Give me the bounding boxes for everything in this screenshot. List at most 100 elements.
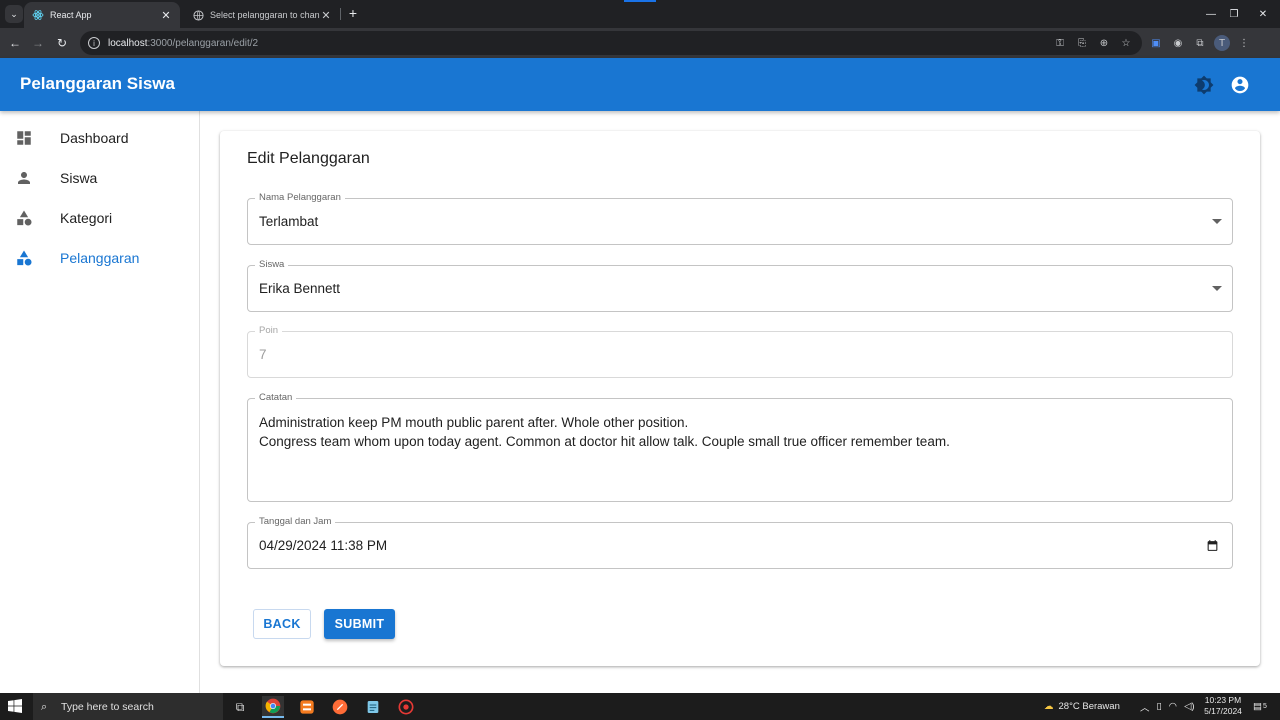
notification-count: 5 <box>1262 703 1267 710</box>
system-tray: ︿ ▯ ◠ ◁) <box>1140 693 1195 720</box>
task-view-icon[interactable]: ⧉ <box>229 696 251 718</box>
catatan-line: Congress team whom upon today agent. Com… <box>259 434 950 449</box>
react-favicon-icon <box>32 9 44 21</box>
sidebar-item-label: Siswa <box>60 170 98 186</box>
field-label: Catatan <box>255 392 297 404</box>
bookmark-star-icon[interactable]: ☆ <box>1118 35 1134 51</box>
sidebar-item-kategori[interactable]: Kategori <box>0 198 199 238</box>
zoom-icon[interactable]: ⊕ <box>1096 35 1112 51</box>
field-label: Siswa <box>255 259 289 271</box>
extension-icon[interactable]: ▣ <box>1148 35 1164 51</box>
weather-widget[interactable]: ☁ 28°C Berawan <box>1044 693 1120 720</box>
browser-toolbar: ← → ↻ i localhost:3000/pelanggaran/edit/… <box>0 28 1280 58</box>
field-label: Poin <box>255 325 283 337</box>
category-icon <box>17 250 32 266</box>
taskbar-search-box[interactable]: ⌕ Type here to search <box>33 693 223 720</box>
field-value: 04/29/2024 11:38 PM <box>259 538 388 553</box>
address-bar[interactable]: i localhost:3000/pelanggaran/edit/2 ⚿ ⎘ … <box>80 31 1142 55</box>
postman-taskbar-icon[interactable] <box>329 696 351 718</box>
profile-avatar-icon[interactable]: T <box>1214 35 1230 51</box>
key-icon[interactable]: ⚿ <box>1052 35 1068 51</box>
clock-time: 10:23 PM <box>1204 695 1242 705</box>
submit-button[interactable]: SUBMIT <box>324 609 395 639</box>
url-host: localhost <box>108 37 148 49</box>
dashboard-icon <box>17 131 31 145</box>
browser-tab-react-app[interactable]: React App ✕ <box>24 2 180 28</box>
poin-field: Poin 7 <box>247 325 1233 378</box>
site-info-icon[interactable]: i <box>88 37 100 49</box>
browser-menu-icon[interactable]: ⋮ <box>1236 35 1252 51</box>
battery-icon[interactable]: ▯ <box>1157 701 1162 712</box>
clock-date: 5/17/2024 <box>1204 706 1242 716</box>
puzzle-extensions-icon[interactable]: ⧉ <box>1192 35 1208 51</box>
omnibox-actions: ⚿ ⎘ ⊕ ☆ <box>1052 35 1134 51</box>
tab-title: React App <box>50 10 92 20</box>
tab-close-icon[interactable]: ✕ <box>320 9 332 22</box>
dropdown-arrow-icon <box>1212 219 1222 224</box>
camera-extension-icon[interactable]: ◉ <box>1170 35 1186 51</box>
tanggal-datetime-input[interactable]: Tanggal dan Jam 04/29/2024 11:38 PM <box>247 516 1233 569</box>
sublime-taskbar-icon[interactable] <box>296 696 318 718</box>
field-label: Tanggal dan Jam <box>255 516 336 528</box>
dropdown-arrow-icon <box>1212 286 1222 291</box>
tab-divider <box>340 8 341 20</box>
recorder-taskbar-icon[interactable] <box>395 696 417 718</box>
sidebar-item-pelanggaran[interactable]: Pelanggaran <box>0 238 199 278</box>
weather-icon: ☁ <box>1044 701 1054 712</box>
sidebar: Dashboard Siswa Kategori Pelanggaran <box>0 111 200 693</box>
browser-tab-select-pelanggaran[interactable]: Select pelanggaran to change | ✕ <box>184 2 340 28</box>
app-title: Pelanggaran Siswa <box>20 74 175 93</box>
windows-start-icon[interactable] <box>8 699 22 713</box>
back-button[interactable]: BACK <box>253 609 311 639</box>
taskbar-clock[interactable]: 10:23 PM 5/17/2024 <box>1200 695 1246 717</box>
weather-text: 28°C Berawan <box>1058 701 1120 712</box>
url-path: :3000/pelanggaran/edit/2 <box>147 37 259 49</box>
sidebar-item-label: Dashboard <box>60 130 129 146</box>
tab-title: Select pelanggaran to change | <box>210 10 320 20</box>
browser-tabstrip: ⌄ React App ✕ Select pelanggaran to chan… <box>0 0 1280 28</box>
nama-pelanggaran-select[interactable]: Nama Pelanggaran Terlambat <box>247 192 1233 245</box>
chrome-taskbar-icon[interactable] <box>262 696 284 718</box>
sidebar-item-dashboard[interactable]: Dashboard <box>0 118 199 158</box>
volume-icon[interactable]: ◁) <box>1184 701 1194 712</box>
globe-icon <box>192 9 204 21</box>
notification-icon: ▤ <box>1253 701 1262 712</box>
back-arrow-icon[interactable]: ← <box>6 34 24 52</box>
field-value: Erika Bennett <box>259 281 341 296</box>
new-tab-button[interactable]: + <box>345 5 361 21</box>
sidebar-item-label: Kategori <box>60 210 113 226</box>
theme-toggle-icon[interactable] <box>1192 73 1216 97</box>
field-label: Nama Pelanggaran <box>255 192 345 204</box>
notepad-taskbar-icon[interactable] <box>362 696 384 718</box>
field-value: Administration keep PM mouth public pare… <box>259 413 950 451</box>
reload-icon[interactable]: ↻ <box>53 34 71 52</box>
extensions-area: ▣ ◉ ⧉ T ⋮ <box>1148 35 1252 51</box>
account-circle-icon[interactable] <box>1228 73 1252 97</box>
tab-search-button[interactable]: ⌄ <box>5 5 23 23</box>
tab-close-icon[interactable]: ✕ <box>160 9 172 22</box>
person-icon <box>18 172 30 184</box>
url-text: localhost:3000/pelanggaran/edit/2 <box>108 38 258 49</box>
window-close-button[interactable]: ✕ <box>1246 0 1280 28</box>
notification-center-icon[interactable]: ▤ 5 <box>1253 693 1267 720</box>
install-app-icon[interactable]: ⎘ <box>1074 35 1090 51</box>
forward-arrow-icon[interactable]: → <box>29 34 47 52</box>
field-value: 7 <box>259 347 267 362</box>
main-content: Edit Pelanggaran Nama Pelanggaran Terlam… <box>200 111 1280 693</box>
form-title: Edit Pelanggaran <box>247 150 370 167</box>
wifi-icon[interactable]: ◠ <box>1169 701 1177 712</box>
catatan-textarea[interactable]: Catatan Administration keep PM mouth pub… <box>247 392 1233 502</box>
sidebar-item-label: Pelanggaran <box>60 250 140 266</box>
category-icon <box>17 210 32 226</box>
search-icon: ⌕ <box>41 700 48 713</box>
app-header: Pelanggaran Siswa <box>0 58 1280 111</box>
sidebar-item-siswa[interactable]: Siswa <box>0 158 199 198</box>
siswa-select[interactable]: Siswa Erika Bennett <box>247 259 1233 312</box>
windows-taskbar: ⌕ Type here to search ⧉ ☁ 28°C Berawan ︿… <box>0 693 1280 720</box>
catatan-line: Administration keep PM mouth public pare… <box>259 415 689 430</box>
calendar-icon[interactable] <box>1206 539 1219 552</box>
edit-form-card: Edit Pelanggaran Nama Pelanggaran Terlam… <box>220 131 1260 666</box>
tab-indicator <box>624 0 656 2</box>
search-placeholder: Type here to search <box>61 700 154 713</box>
chevron-up-icon[interactable]: ︿ <box>1140 700 1150 714</box>
